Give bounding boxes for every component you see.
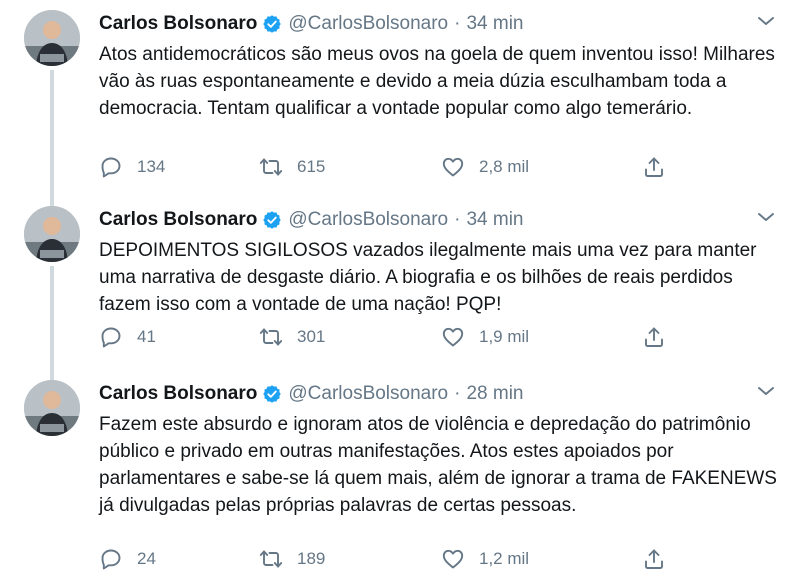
header-separator: ·: [454, 13, 461, 34]
share-button[interactable]: [642, 325, 680, 349]
author-name[interactable]: Carlos Bolsonaro: [99, 209, 257, 231]
author-handle[interactable]: @CarlosBolsonaro: [288, 13, 448, 35]
tweet-header: Carlos Bolsonaro @CarlosBolsonaro · 34 m…: [99, 208, 523, 232]
like-button[interactable]: 1,9 mil: [441, 325, 529, 349]
tweet-thread: Carlos Bolsonaro @CarlosBolsonaro · 34 m…: [0, 0, 800, 586]
tweet-timestamp[interactable]: 34 min: [466, 209, 523, 231]
avatar[interactable]: [24, 10, 80, 66]
share-button[interactable]: [642, 547, 680, 571]
like-count: 1,9 mil: [479, 327, 530, 346]
tweet-text: DEPOIMENTOS SIGILOSOS vazados ilegalment…: [99, 240, 757, 315]
author-handle[interactable]: @CarlosBolsonaro: [288, 383, 448, 405]
profile-photo-icon: [24, 380, 80, 436]
verified-badge-icon: [263, 211, 282, 229]
share-icon: [645, 157, 663, 177]
tweet[interactable]: Carlos Bolsonaro @CarlosBolsonaro · 28 m…: [0, 370, 800, 586]
share-icon: [645, 549, 663, 569]
retweet-count: 615: [297, 157, 326, 176]
chevron-down-icon[interactable]: [756, 14, 776, 28]
tweet-header: Carlos Bolsonaro @CarlosBolsonaro · 34 m…: [99, 12, 523, 36]
share-icon: [645, 327, 663, 347]
reply-count: 134: [137, 157, 166, 176]
tweet-actions: 134 615 2,8 mil: [99, 154, 679, 180]
reply-count: 24: [137, 549, 156, 568]
tweet-actions: 41 301 1,9 mil: [99, 324, 679, 350]
profile-photo-icon: [24, 206, 80, 262]
tweet-timestamp[interactable]: 28 min: [466, 383, 523, 405]
like-count: 2,8 mil: [479, 157, 530, 176]
reply-icon: [101, 549, 121, 570]
retweet-count: 301: [297, 327, 326, 346]
author-handle[interactable]: @CarlosBolsonaro: [288, 209, 448, 231]
retweet-button[interactable]: 301: [259, 325, 325, 349]
reply-count: 41: [137, 327, 156, 346]
author-name[interactable]: Carlos Bolsonaro: [99, 13, 257, 35]
thread-line: [50, 70, 54, 208]
retweet-icon: [259, 158, 283, 176]
tweet[interactable]: Carlos Bolsonaro @CarlosBolsonaro · 34 m…: [0, 196, 800, 380]
like-button[interactable]: 2,8 mil: [441, 155, 529, 179]
reply-button[interactable]: 134: [99, 155, 165, 179]
verified-badge-icon: [263, 385, 282, 403]
heart-icon: [442, 549, 464, 569]
tweet-actions: 24 189 1,2 mil: [99, 546, 679, 572]
reply-button[interactable]: 24: [99, 547, 156, 571]
reply-button[interactable]: 41: [99, 325, 156, 349]
tweet[interactable]: Carlos Bolsonaro @CarlosBolsonaro · 34 m…: [0, 0, 800, 208]
retweet-icon: [259, 328, 283, 346]
heart-icon: [442, 157, 464, 177]
heart-icon: [442, 327, 464, 347]
author-name[interactable]: Carlos Bolsonaro: [99, 383, 257, 405]
profile-photo-icon: [24, 10, 80, 66]
chevron-down-icon[interactable]: [756, 384, 776, 398]
tweet-text: Fazem este absurdo e ignoram atos de vio…: [99, 414, 777, 516]
like-count: 1,2 mil: [479, 549, 530, 568]
share-button[interactable]: [642, 155, 680, 179]
retweet-button[interactable]: 189: [259, 547, 325, 571]
header-separator: ·: [454, 209, 461, 230]
retweet-count: 189: [297, 549, 326, 568]
tweet-timestamp[interactable]: 34 min: [466, 13, 523, 35]
reply-icon: [101, 327, 121, 348]
verified-badge-icon: [263, 15, 282, 33]
reply-icon: [101, 157, 121, 178]
tweet-text: Atos antidemocráticos são meus ovos na g…: [99, 44, 775, 119]
retweet-icon: [259, 550, 283, 568]
avatar[interactable]: [24, 206, 80, 262]
tweet-header: Carlos Bolsonaro @CarlosBolsonaro · 28 m…: [99, 382, 523, 406]
avatar[interactable]: [24, 380, 80, 436]
header-separator: ·: [454, 383, 461, 404]
like-button[interactable]: 1,2 mil: [441, 547, 529, 571]
chevron-down-icon[interactable]: [756, 210, 776, 224]
thread-line: [50, 266, 54, 380]
retweet-button[interactable]: 615: [259, 155, 325, 179]
